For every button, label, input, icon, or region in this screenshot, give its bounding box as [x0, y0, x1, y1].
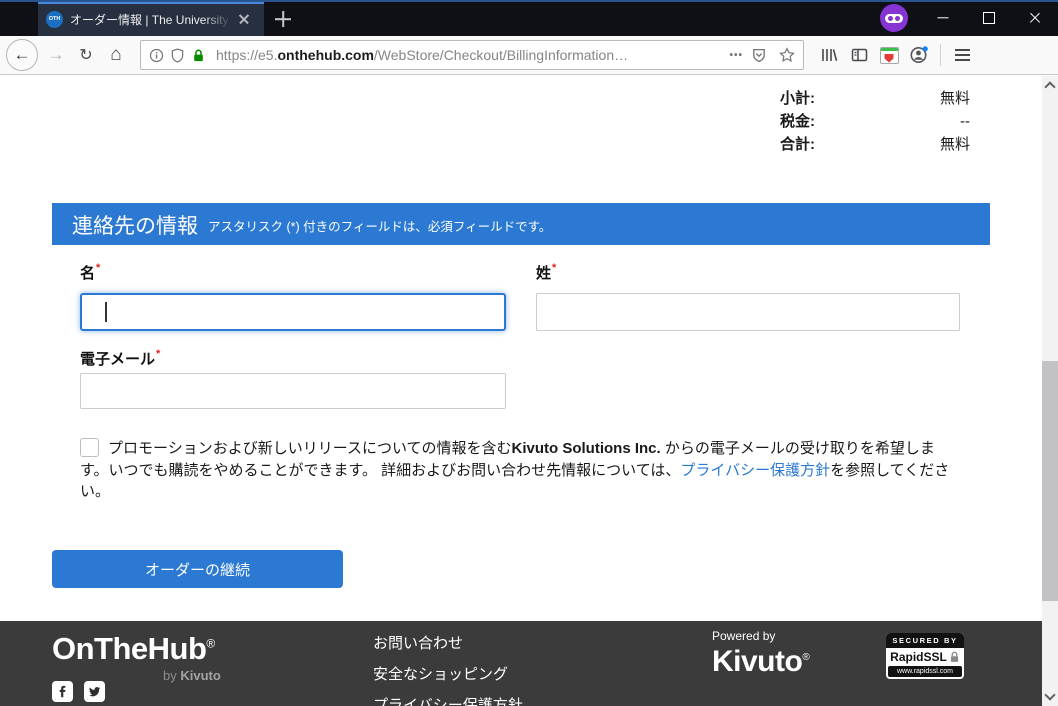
reload-button[interactable]: ↻	[72, 41, 100, 69]
email-label: 電子メール*	[80, 348, 160, 369]
ssl-url: www.rapidssl.com	[888, 666, 962, 677]
tax-label: 税金:	[780, 110, 815, 133]
tax-value: --	[960, 110, 970, 133]
new-tab-button[interactable]	[272, 8, 294, 30]
vertical-scrollbar[interactable]	[1042, 76, 1058, 706]
active-tab-indicator	[38, 2, 264, 4]
url-text[interactable]: https://e5.onthehub.com/WebStore/Checkou…	[216, 47, 721, 63]
required-marker: *	[96, 262, 100, 274]
email-input[interactable]	[80, 373, 506, 409]
maximize-button[interactable]	[966, 2, 1012, 34]
facebook-icon[interactable]	[52, 681, 73, 702]
order-summary: 小計: 無料 税金: -- 合計: 無料	[780, 87, 970, 156]
ssl-lock-icon	[949, 651, 960, 663]
titlebar: OTH オーダー情報 | The University of T	[0, 0, 1058, 36]
toolbar-right-icons	[814, 40, 977, 70]
email-field-wrap	[80, 373, 506, 409]
twitter-icon[interactable]	[84, 681, 105, 702]
window-controls	[920, 2, 1058, 34]
scroll-up-icon[interactable]	[1044, 81, 1055, 92]
consent-checkbox[interactable]	[80, 438, 99, 457]
account-icon[interactable]	[904, 40, 934, 70]
page-content: 小計: 無料 税金: -- 合計: 無料 連絡先の情報 アスタリスク (*) 付…	[0, 76, 1058, 706]
total-value: 無料	[940, 133, 970, 156]
summary-total-row: 合計: 無料	[780, 133, 970, 156]
required-marker: *	[552, 262, 556, 274]
home-button[interactable]: ⌂	[102, 41, 130, 69]
last-name-input[interactable]	[536, 293, 960, 331]
first-name-label: 名*	[80, 262, 100, 283]
text-caret	[105, 302, 107, 322]
last-name-field-wrap	[536, 293, 960, 331]
private-browsing-mask-icon	[880, 4, 908, 32]
secure-lock-icon[interactable]	[191, 48, 206, 63]
browser-tab[interactable]: OTH オーダー情報 | The University of T	[38, 2, 264, 36]
tab-favicon-icon: OTH	[46, 11, 63, 28]
browser-window: OTH オーダー情報 | The University of T ← → ↻ ⌂	[0, 0, 1058, 706]
tracking-protection-shield-icon[interactable]	[170, 48, 185, 63]
bookmark-star-icon[interactable]	[779, 47, 795, 63]
footer-link-secure-shopping[interactable]: 安全なショッピング	[373, 666, 523, 684]
tab-close-icon[interactable]	[236, 11, 252, 27]
privacy-policy-link[interactable]: プライバシー保護方針	[680, 462, 830, 479]
forward-button: →	[42, 41, 70, 69]
summary-subtotal-row: 小計: 無料	[780, 87, 970, 110]
ssl-secured-by: SECURED BY	[886, 633, 964, 648]
powered-by-label: Powered by	[712, 629, 809, 643]
tab-title-fade	[202, 11, 232, 27]
close-button[interactable]	[1012, 2, 1058, 34]
page-actions-icon[interactable]: •••	[729, 50, 743, 61]
sidebar-icon[interactable]	[844, 40, 874, 70]
first-name-input[interactable]	[80, 293, 506, 331]
first-name-field-wrap	[80, 293, 506, 331]
nav-toolbar: ← → ↻ ⌂ https://e5.onthehub.com/WebStore…	[0, 36, 1058, 75]
footer-link-contact[interactable]: お問い合わせ	[373, 635, 523, 653]
tab-title-wrap: オーダー情報 | The University of T	[70, 11, 232, 27]
extension-shield-icon[interactable]	[874, 40, 904, 70]
back-button[interactable]: ←	[6, 39, 38, 71]
summary-tax-row: 税金: --	[780, 110, 970, 133]
social-icons	[52, 681, 105, 702]
ssl-brand: RapidSSL	[890, 650, 947, 664]
subtotal-label: 小計:	[780, 87, 815, 110]
scrollbar-thumb[interactable]	[1042, 361, 1058, 601]
scroll-down-icon[interactable]	[1044, 689, 1055, 700]
contact-info-section-header: 連絡先の情報 アスタリスク (*) 付きのフィールドは、必須フィールドです。	[52, 203, 990, 245]
pocket-icon[interactable]	[751, 47, 767, 63]
powered-by-kivuto: Powered by Kivuto®	[712, 629, 809, 677]
page-info-icon[interactable]	[149, 48, 164, 63]
byline: by Kivuto	[163, 668, 221, 683]
menu-icon[interactable]	[947, 40, 977, 70]
kivuto-logo: Kivuto®	[712, 643, 809, 677]
page-footer: OnTheHub® by Kivuto お問い合わせ 安全なショッピング プライ…	[0, 621, 1058, 706]
toolbar-separator	[940, 44, 941, 66]
url-bar[interactable]: https://e5.onthehub.com/WebStore/Checkou…	[140, 40, 804, 70]
total-label: 合計:	[780, 133, 815, 156]
required-marker: *	[156, 348, 160, 360]
ssl-brand-row: RapidSSL	[886, 648, 964, 666]
footer-links: お問い合わせ 安全なショッピング プライバシー保護方針	[373, 635, 523, 706]
consent-paragraph: プロモーションおよび新しいリリースについての情報を含むKivuto Soluti…	[80, 438, 954, 503]
library-icon[interactable]	[814, 40, 844, 70]
continue-order-button[interactable]: オーダーの継続	[52, 550, 343, 588]
minimize-button[interactable]	[920, 2, 966, 34]
last-name-label: 姓*	[536, 262, 556, 283]
rapidssl-badge[interactable]: SECURED BY RapidSSL www.rapidssl.com	[886, 633, 964, 679]
footer-link-privacy[interactable]: プライバシー保護方針	[373, 697, 523, 706]
subtotal-value: 無料	[940, 87, 970, 110]
onthehub-logo: OnTheHub®	[52, 631, 215, 667]
company-name: Kivuto Solutions Inc.	[512, 440, 661, 457]
section-title: 連絡先の情報	[72, 216, 198, 237]
section-subtitle: アスタリスク (*) 付きのフィールドは、必須フィールドです。	[208, 216, 551, 237]
